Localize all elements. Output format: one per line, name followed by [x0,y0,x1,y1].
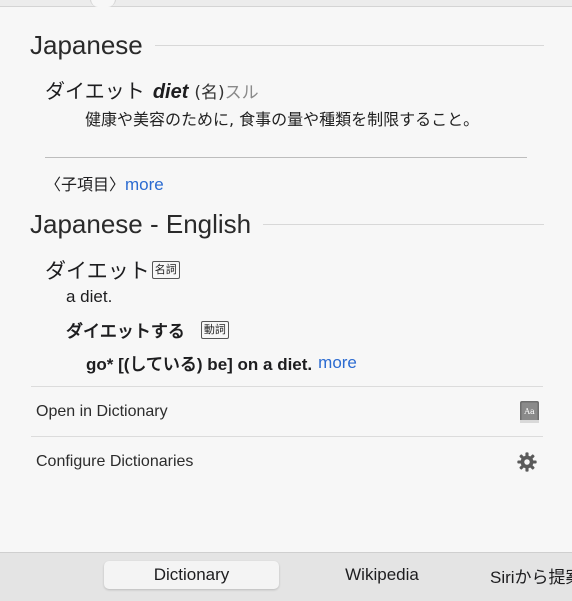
more-link-japanese-english[interactable]: more [318,353,357,373]
headword-japanese: ダイエット [45,79,145,103]
section-title-japanese-english: Japanese - English [30,209,252,239]
configure-dictionaries-button[interactable]: Configure Dictionaries [31,437,543,487]
lookup-popover: Japanese ダイエット diet (名)スル 健康や美容のために, 食事の量や… [0,0,572,601]
section-heading-japanese-english: Japanese - English [30,209,544,240]
gear-icon [517,452,537,472]
entry-divider [45,157,527,158]
section-heading-rule [263,224,544,225]
noun-tag: 名詞 [151,261,180,279]
section-title-japanese: Japanese [30,30,143,60]
popover-top-edge [0,0,572,7]
je-headword: ダイエット [45,259,150,283]
more-link-japanese[interactable]: more [125,175,164,194]
je-headword-line: ダイエット 名詞 [45,255,180,285]
headword-english: diet [152,81,189,103]
subitems-line: 〈子項目〉more [45,171,164,195]
sense-a-diet: a diet. [66,287,113,306]
dictionary-app-icon: Aa [520,401,539,423]
jp-headword: ダイエット diet (名)スル [45,75,259,104]
tab-dictionary[interactable]: Dictionary [104,561,279,589]
tab-siri-suggestions[interactable]: Siriから提案 [490,561,572,589]
sense-go-on-diet-line: go* [(している) be] on a diet. more [86,350,357,375]
open-in-dictionary-label: Open in Dictionary [36,403,168,420]
tab-wikipedia[interactable]: Wikipedia [308,561,456,589]
section-heading-rule [154,45,544,46]
japanese-definition: 健康や美容のために, 食事の量や種類を制限すること。 [85,110,480,129]
svg-text:Aa: Aa [523,407,535,416]
source-tab-bar: Dictionary Wikipedia Siriから提案 [0,552,572,601]
sub-headword: ダイエットする [66,322,185,341]
verb-tag: 動詞 [200,320,229,339]
configure-dictionaries-label: Configure Dictionaries [36,453,194,470]
sense-go-on-diet: go* [(している) be] on a diet. [86,355,313,374]
part-of-speech: (名) [194,83,225,103]
conjugation-marker: スル [224,83,259,103]
section-heading-japanese: Japanese [30,30,544,61]
open-in-dictionary-button[interactable]: Open in Dictionary Aa [31,387,543,437]
subitems-label: 〈子項目〉 [45,175,126,194]
sub-headword-line: ダイエットする 動詞 [66,317,229,342]
